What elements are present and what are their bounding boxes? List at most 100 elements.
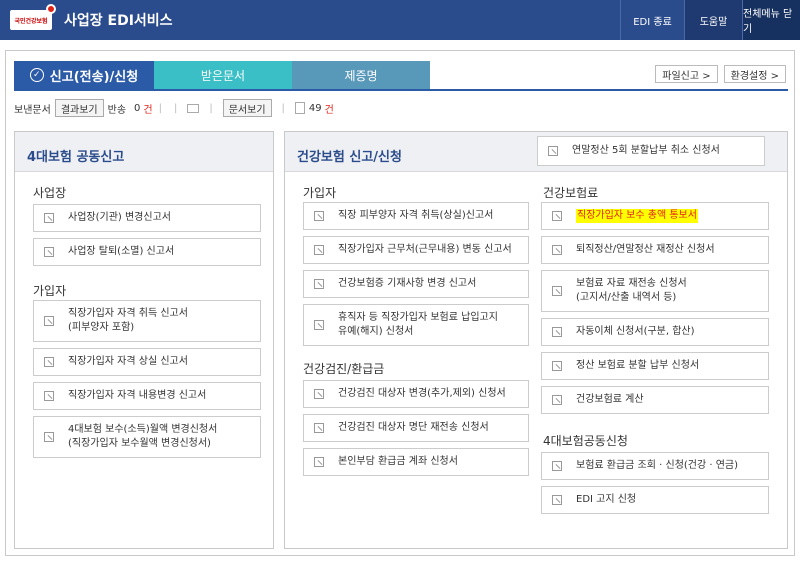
item-label: 건강보험증 기재사항 변경 신고서 bbox=[338, 278, 477, 289]
list-item[interactable]: 사업장 탈퇴(소멸) 신고서 bbox=[33, 238, 261, 266]
item-label: 자동이체 신청서(구분, 합산) bbox=[576, 326, 695, 337]
list-item[interactable]: 직장가입자 보수 총액 통보서 bbox=[541, 202, 769, 230]
item-label: 직장가입자 자격 내용변경 신고서 bbox=[68, 390, 207, 401]
form-icon bbox=[552, 211, 562, 221]
item-label: 사업장(기관) 변경신고서 bbox=[68, 212, 171, 223]
list-item[interactable]: 정산 보험료 분할 납부 신청서 bbox=[541, 352, 769, 380]
form-icon bbox=[552, 286, 562, 296]
form-icon bbox=[314, 279, 324, 289]
form-icon bbox=[44, 316, 54, 326]
document-icon bbox=[294, 102, 305, 114]
form-icon bbox=[314, 211, 324, 221]
item-label: 정산 보험료 분할 납부 신청서 bbox=[576, 360, 700, 371]
item-label: 사업장 탈퇴(소멸) 신고서 bbox=[68, 246, 175, 257]
file-report-button[interactable]: 파일신고 > bbox=[655, 65, 718, 83]
tab-received[interactable]: 받은문서 bbox=[154, 61, 292, 89]
edi-end-button[interactable]: EDI 종료 bbox=[620, 0, 684, 40]
doc-count: 49 bbox=[308, 102, 322, 114]
top-action-buttons: 파일신고 > 환경설정 > bbox=[655, 65, 786, 83]
list-item[interactable]: 휴직자 등 직장가입자 보험료 납입고지 유예(해지) 신청서 bbox=[303, 304, 529, 346]
form-icon bbox=[44, 432, 54, 442]
section-title: 건강보험료 bbox=[543, 186, 599, 200]
form-icon bbox=[552, 461, 562, 471]
logo-text: 국민건강보험 bbox=[14, 17, 48, 25]
list-item[interactable]: 직장가입자 자격 내용변경 신고서 bbox=[33, 382, 261, 410]
item-label: 직장가입자 자격 상실 신고서 bbox=[68, 356, 188, 367]
list-item[interactable]: 건강검진 대상자 명단 재전송 신청서 bbox=[303, 414, 529, 442]
app-title: 사업장 EDI서비스 bbox=[64, 13, 173, 29]
sent-docs-label: 보낸문서 bbox=[14, 104, 51, 116]
form-icon bbox=[44, 357, 54, 367]
form-icon bbox=[314, 245, 324, 255]
help-button[interactable]: 도움말 bbox=[684, 0, 742, 40]
top-bar: 국민건강보험 사업장 EDI서비스 EDI 종료 도움말 전체메뉴 닫기 bbox=[0, 0, 800, 40]
settings-button[interactable]: 환경설정 > bbox=[723, 65, 786, 83]
main-container: ✓ 신고(전송)/신청 받은문서 제증명 파일신고 > 환경설정 > 보낸문서 … bbox=[5, 50, 795, 556]
item-label: 건강검진 대상자 명단 재전송 신청서 bbox=[338, 422, 489, 433]
item-line: (피부양자 포함) bbox=[68, 322, 135, 333]
item-label: 직장가입자 자격 취득 신고서 (피부양자 포함) bbox=[68, 307, 188, 335]
returned-label: 반송 bbox=[107, 104, 127, 116]
list-item[interactable]: 직장가입자 자격 취득 신고서 (피부양자 포함) bbox=[33, 300, 261, 342]
result-view-button[interactable]: 결과보기 bbox=[54, 99, 104, 117]
joint-report-panel: 4대보험 공동신고 사업장 사업장(기관) 변경신고서 사업장 탈퇴(소멸) 신… bbox=[14, 131, 274, 549]
form-icon bbox=[314, 457, 324, 467]
list-item[interactable]: 본인부담 환급금 계좌 신청서 bbox=[303, 448, 529, 476]
section-title: 건강검진/환급금 bbox=[303, 362, 385, 376]
form-icon bbox=[552, 395, 562, 405]
form-icon bbox=[44, 247, 54, 257]
tab-send-label: 신고(전송)/신청 bbox=[49, 69, 139, 85]
list-item[interactable]: 보험료 자료 재전송 신청서 (고지서/산출 내역서 등) bbox=[541, 270, 769, 312]
form-icon bbox=[44, 391, 54, 401]
list-item[interactable]: 보험료 환급금 조회 · 신청(건강 · 연금) bbox=[541, 452, 769, 480]
item-line: 보험료 자료 재전송 신청서 bbox=[576, 278, 687, 289]
section-title: 가입자 bbox=[303, 186, 337, 200]
list-item[interactable]: 직장 피부양자 자격 취득(상실)신고서 bbox=[303, 202, 529, 230]
item-label: 건강보험료 계산 bbox=[576, 394, 644, 405]
list-item[interactable]: 건강검진 대상자 변경(추가,제외) 신청서 bbox=[303, 380, 529, 408]
mail-icon bbox=[187, 103, 200, 113]
section-title: 4대보험공동신청 bbox=[543, 434, 628, 448]
status-bar: 보낸문서 결과보기 반송 0 건 | | | 문서보기 | 49 건 bbox=[14, 97, 334, 119]
divider: | bbox=[209, 102, 213, 114]
tab-send[interactable]: ✓ 신고(전송)/신청 bbox=[14, 61, 154, 89]
item-label: EDI 고지 신청 bbox=[576, 494, 637, 505]
logo-mark-box: 국민건강보험 bbox=[10, 4, 56, 30]
health-insurance-panel: 건강보험 신고/신청 연말정산 5회 분할납부 취소 신청서 가입자 직장 피부… bbox=[284, 131, 788, 549]
list-item[interactable]: 건강보험료 계산 bbox=[541, 386, 769, 414]
list-item[interactable]: 4대보험 보수(소득)월액 변경신청서 (직장가입자 보수월액 변경신청서) bbox=[33, 416, 261, 458]
item-label: 직장가입자 근무처(근무내용) 변동 신고서 bbox=[338, 244, 512, 255]
form-icon bbox=[548, 146, 558, 156]
list-item[interactable]: 건강보험증 기재사항 변경 신고서 bbox=[303, 270, 529, 298]
list-item[interactable]: 직장가입자 근무처(근무내용) 변동 신고서 bbox=[303, 236, 529, 264]
item-label: 보험료 환급금 조회 · 신청(건강 · 연금) bbox=[576, 460, 739, 471]
list-item[interactable]: 퇴직정산/연말정산 재정산 신청서 bbox=[541, 236, 769, 264]
check-circle-icon: ✓ bbox=[29, 68, 44, 82]
divider: | bbox=[173, 102, 178, 114]
list-item[interactable]: 연말정산 5회 분할납부 취소 신청서 bbox=[537, 136, 765, 166]
item-label: 휴직자 등 직장가입자 보험료 납입고지 유예(해지) 신청서 bbox=[338, 311, 498, 339]
form-icon bbox=[314, 320, 324, 330]
doc-view-button[interactable]: 문서보기 bbox=[222, 99, 272, 117]
item-line: 4대보험 보수(소득)월액 변경신청서 bbox=[68, 424, 218, 435]
section-title: 가입자 bbox=[33, 284, 67, 298]
list-item[interactable]: 사업장(기관) 변경신고서 bbox=[33, 204, 261, 232]
panel-title: 4대보험 공동신고 bbox=[15, 132, 273, 172]
list-item[interactable]: 자동이체 신청서(구분, 합산) bbox=[541, 318, 769, 346]
top-menu: EDI 종료 도움말 전체메뉴 닫기 bbox=[620, 0, 800, 40]
item-line: 유예(해지) 신청서 bbox=[338, 326, 414, 337]
item-line: (고지서/산출 내역서 등) bbox=[576, 292, 677, 303]
form-icon bbox=[552, 495, 562, 505]
form-icon bbox=[552, 361, 562, 371]
all-menu-close-button[interactable]: 전체메뉴 닫기 bbox=[742, 0, 800, 40]
form-icon bbox=[44, 213, 54, 223]
list-item[interactable]: EDI 고지 신청 bbox=[541, 486, 769, 514]
item-label: 직장 피부양자 자격 취득(상실)신고서 bbox=[338, 210, 494, 221]
list-item[interactable]: 직장가입자 자격 상실 신고서 bbox=[33, 348, 261, 376]
section-title: 사업장 bbox=[33, 186, 67, 200]
item-line: 직장가입자 자격 취득 신고서 bbox=[68, 308, 188, 319]
logo[interactable]: 국민건강보험 bbox=[10, 4, 56, 30]
logo-circle-icon bbox=[46, 4, 56, 14]
tab-certificate[interactable]: 제증명 bbox=[292, 61, 430, 89]
item-label: 본인부담 환급금 계좌 신청서 bbox=[338, 456, 458, 467]
